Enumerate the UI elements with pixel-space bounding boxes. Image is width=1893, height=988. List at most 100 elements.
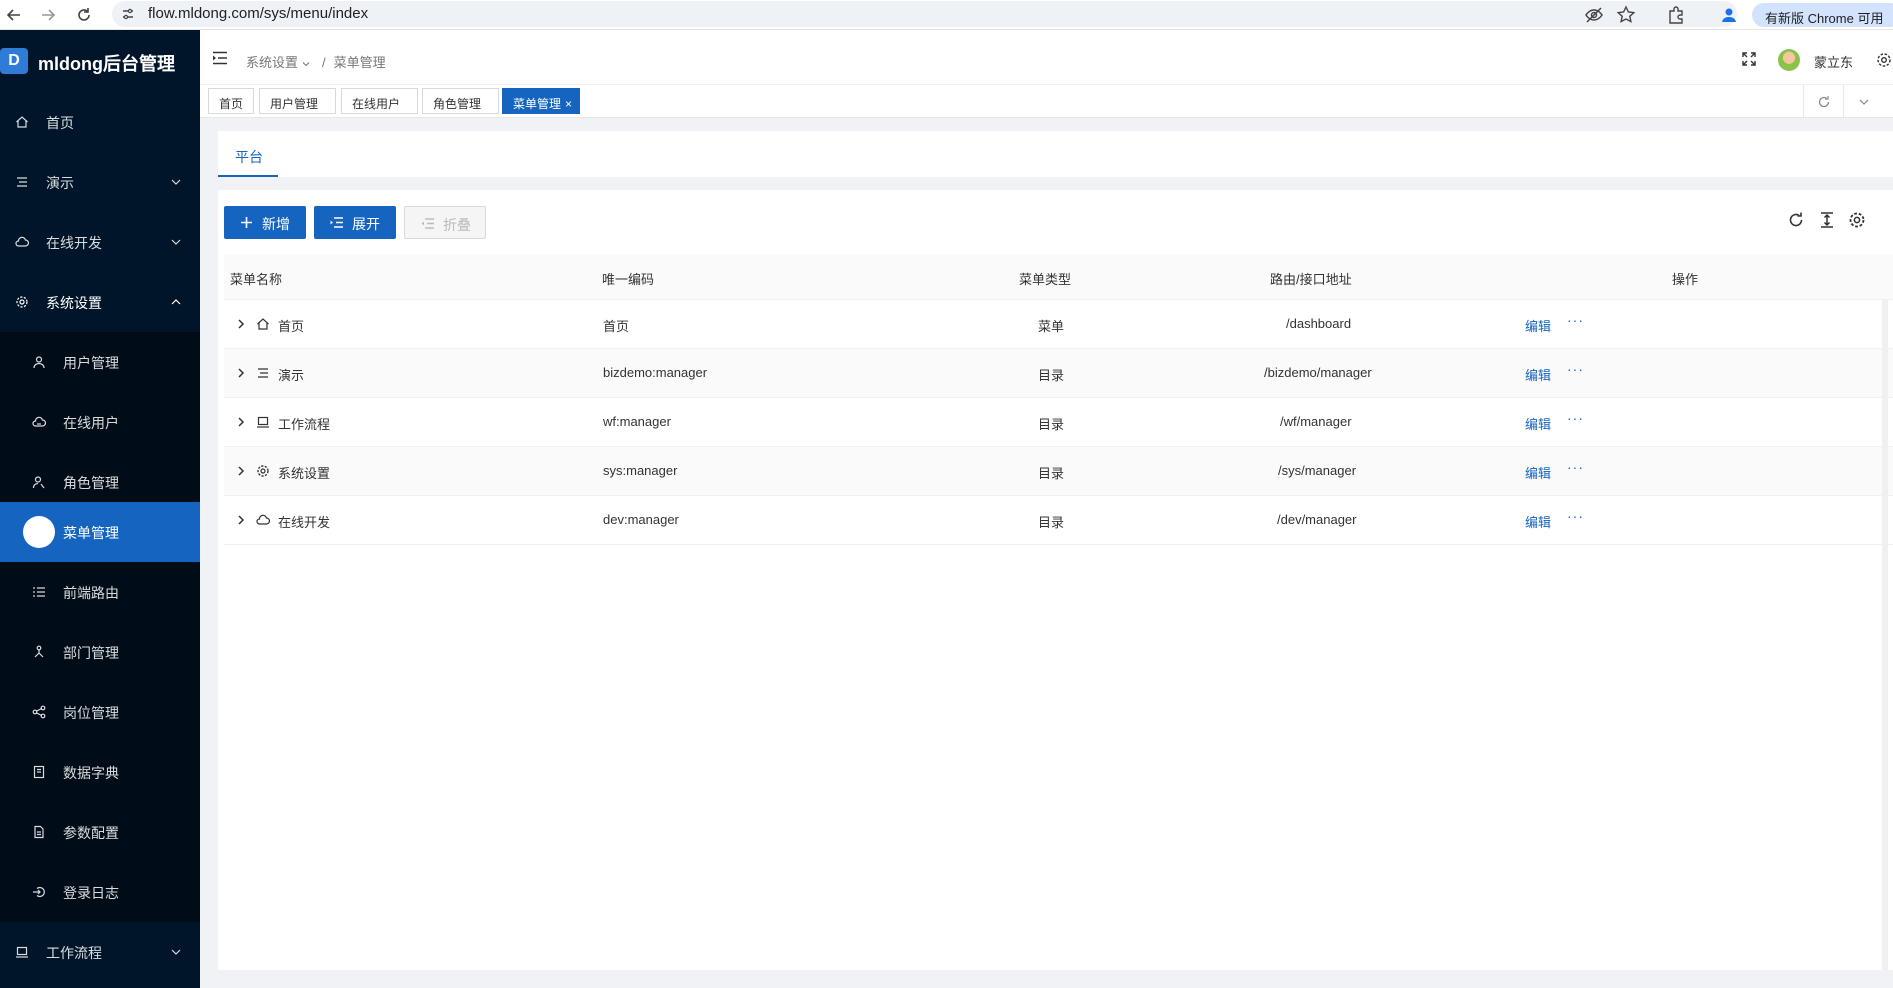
cell-type: 目录: [1038, 417, 1065, 432]
edit-link[interactable]: 编辑: [1525, 463, 1551, 482]
star-icon[interactable]: [1616, 5, 1636, 25]
address-bar[interactable]: flow.mldong.com/sys/menu/index: [112, 1, 1737, 27]
edit-link[interactable]: 编辑: [1525, 414, 1551, 433]
laptop-icon: [16, 946, 28, 958]
reload-icon[interactable]: [75, 6, 93, 24]
more-actions-icon[interactable]: ···: [1567, 508, 1584, 524]
extension-icon[interactable]: [1666, 5, 1686, 25]
gear-icon: [16, 296, 28, 308]
tab-label: 菜单管理: [513, 97, 562, 111]
sidebar-item-label: 在线开发: [46, 235, 102, 251]
collapse-list-icon: [421, 218, 434, 229]
sidebar-item-system-settings[interactable]: 系统设置: [0, 272, 200, 332]
tab-close-icon[interactable]: ×: [565, 97, 572, 111]
chevron-up-icon: [171, 299, 181, 305]
gear-icon[interactable]: [1876, 52, 1892, 68]
online-icon: [32, 416, 46, 427]
more-actions-icon[interactable]: ···: [1567, 459, 1584, 475]
settings-icon[interactable]: [1848, 211, 1866, 229]
cell-path: /dev/manager: [1277, 512, 1357, 527]
breadcrumb-current: 菜单管理: [333, 55, 386, 70]
expand-button[interactable]: 展开: [314, 206, 396, 239]
avatar[interactable]: [1778, 49, 1800, 71]
menu-icon: [23, 516, 55, 548]
forward-arrow-icon[interactable]: [39, 6, 57, 24]
eye-off-icon[interactable]: [1584, 5, 1604, 25]
edit-link[interactable]: 编辑: [1525, 316, 1551, 335]
table-row: 首页 首页 菜单 /dashboard 编辑 ···: [224, 300, 1893, 349]
sidebar-item-online-dev[interactable]: 在线开发: [0, 212, 200, 272]
tab-menu-management[interactable]: 菜单管理 ×: [502, 88, 580, 114]
chevron-right-icon[interactable]: [236, 416, 246, 428]
more-actions-icon[interactable]: ···: [1567, 410, 1584, 426]
user-name[interactable]: 蒙立东: [1814, 52, 1853, 71]
sidebar-item-online-users[interactable]: 在线用户: [0, 392, 200, 452]
chevron-right-icon[interactable]: [236, 367, 246, 379]
cloud-icon: [256, 514, 270, 525]
site-settings-icon[interactable]: [121, 7, 135, 21]
profile-icon[interactable]: [1719, 5, 1739, 25]
table-row: 在线开发 dev:manager 目录 /dev/manager 编辑 ···: [224, 496, 1893, 545]
top-header: 系统设置 / 菜单管理 蒙立东: [200, 30, 1893, 85]
reload-icon[interactable]: [1787, 211, 1805, 229]
cell-type: 目录: [1038, 515, 1065, 530]
tab-user-management[interactable]: 用户管理: [259, 88, 336, 114]
table-header: 菜单名称 唯一编码 菜单类型 路由/接口地址 操作: [224, 254, 1893, 300]
sidebar-item-label: 工作流程: [46, 945, 102, 961]
column-height-icon[interactable]: [1818, 211, 1836, 229]
menu-fold-icon[interactable]: [212, 51, 228, 65]
sidebar-item-parameter-config[interactable]: 参数配置: [0, 802, 200, 862]
sidebar-item-label: 前端路由: [63, 585, 119, 601]
tab-platform[interactable]: 平台: [235, 147, 263, 167]
browser-toolbar: flow.mldong.com/sys/menu/index 有新版 Chrom…: [0, 0, 1893, 30]
expand-list-icon: [330, 217, 343, 228]
sidebar-item-demo[interactable]: 演示: [0, 152, 200, 212]
cell-path: /dashboard: [1286, 316, 1352, 331]
sidebar-item-login-log[interactable]: 登录日志: [0, 862, 200, 922]
more-actions-icon[interactable]: ···: [1567, 312, 1584, 328]
fullscreen-icon[interactable]: [1741, 51, 1757, 67]
login-icon: [33, 886, 45, 898]
cell-name: 演示: [278, 368, 305, 383]
tab-home[interactable]: 首页: [208, 88, 254, 114]
sidebar-item-label: 数据字典: [63, 765, 119, 781]
chevron-right-icon[interactable]: [236, 465, 246, 477]
breadcrumb-parent[interactable]: 系统设置: [246, 55, 298, 70]
cloud-icon: [15, 236, 29, 247]
sidebar-item-position-management[interactable]: 岗位管理: [0, 682, 200, 742]
laptop-icon: [257, 416, 269, 428]
tab-online-users[interactable]: 在线用户: [341, 88, 418, 114]
more-actions-icon[interactable]: ···: [1567, 361, 1584, 377]
cell-name: 工作流程: [278, 417, 331, 432]
sidebar-item-workflow[interactable]: 工作流程: [0, 922, 200, 982]
sidebar-item-home[interactable]: 首页: [0, 92, 200, 152]
edit-link[interactable]: 编辑: [1525, 512, 1551, 531]
cell-name: 在线开发: [278, 515, 331, 530]
cell-code: sys:manager: [603, 463, 678, 478]
cell-path: /bizdemo/manager: [1264, 365, 1372, 380]
add-button-label: 新增: [262, 216, 290, 232]
sidebar-item-menu-management[interactable]: 菜单管理: [0, 502, 200, 562]
chrome-update-button[interactable]: 有新版 Chrome 可用: [1752, 3, 1893, 27]
back-arrow-icon[interactable]: [5, 6, 23, 24]
add-button[interactable]: 新增: [224, 206, 306, 239]
refresh-tab-button[interactable]: [1803, 85, 1843, 118]
cell-code: wf:manager: [603, 414, 671, 429]
chevron-right-icon[interactable]: [236, 514, 246, 526]
vertical-scrollbar[interactable]: [1882, 300, 1888, 970]
tabs-dropdown-button[interactable]: [1843, 85, 1883, 118]
sidebar-item-department-management[interactable]: 部门管理: [0, 622, 200, 682]
sidebar-item-data-dictionary[interactable]: 数据字典: [0, 742, 200, 802]
sidebar-item-frontend-routes[interactable]: 前端路由: [0, 562, 200, 622]
list-icon: [17, 177, 27, 187]
sidebar-item-user-management[interactable]: 用户管理: [0, 332, 200, 392]
tab-role-management[interactable]: 角色管理: [422, 88, 499, 114]
cell-path: /wf/manager: [1280, 414, 1352, 429]
edit-link[interactable]: 编辑: [1525, 365, 1551, 384]
collapse-button[interactable]: 折叠: [404, 206, 486, 239]
cell-name: 系统设置: [278, 466, 331, 481]
breadcrumb-separator: /: [322, 55, 326, 70]
tab-label: 在线用户: [352, 97, 401, 111]
chevron-right-icon[interactable]: [236, 318, 246, 330]
logo-mark: D: [0, 48, 28, 74]
